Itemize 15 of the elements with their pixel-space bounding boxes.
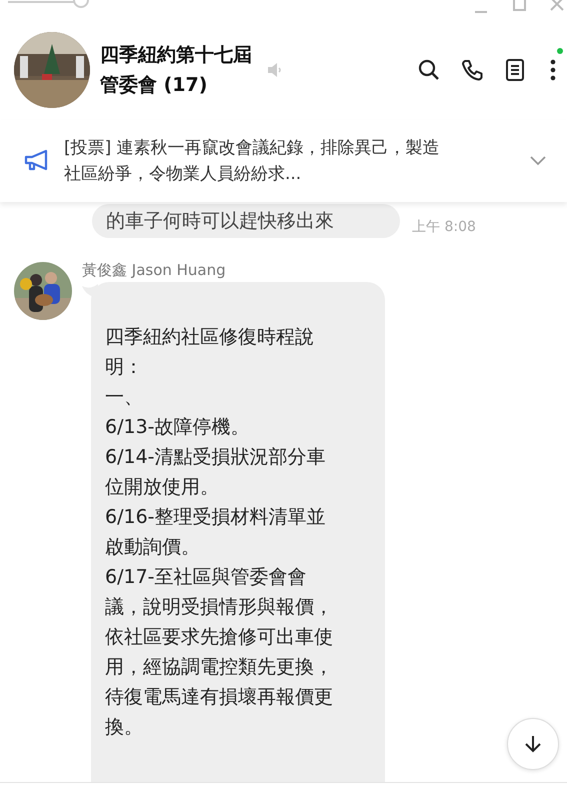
message-text: 四季紐約社區修復時程說 明： 一、 6/13-故障停機。 6/14-清點受損狀況部分車 位開放使用。 6/16-整理受損材料清單並 啟動詢價。 6/17-至社區與管委會會 議，說明受損情形與報價， 依社區要求先搶修可出車使 用，經協調電控類先更換， 待復電馬達有損壞再報價更 換。 (91, 282, 385, 782)
message-time: 上午 8:08 (412, 218, 476, 236)
scroll-down-button[interactable] (507, 718, 559, 770)
maximize-icon[interactable] (511, 0, 527, 14)
search-icon[interactable] (417, 58, 441, 82)
phone-icon[interactable] (460, 58, 484, 82)
slider-thumb[interactable] (73, 0, 89, 9)
announcement-text[interactable]: [投票] 連素秋一再竄改會議紀錄，排除異己，製造 社區紛爭，令物業人員紛紛求... (64, 135, 523, 187)
notes-icon[interactable] (503, 58, 527, 82)
message-bubble: 的車子何時可以趕快移出來 (92, 204, 400, 238)
chevron-down-icon[interactable] (529, 155, 547, 167)
sender-name: 黃俊鑫 Jason Huang (82, 260, 227, 280)
chat-title: 四季紐約第十七屆 管委會 (17) (100, 43, 252, 98)
more-icon[interactable] (549, 58, 557, 82)
arrow-down-icon (523, 734, 543, 754)
